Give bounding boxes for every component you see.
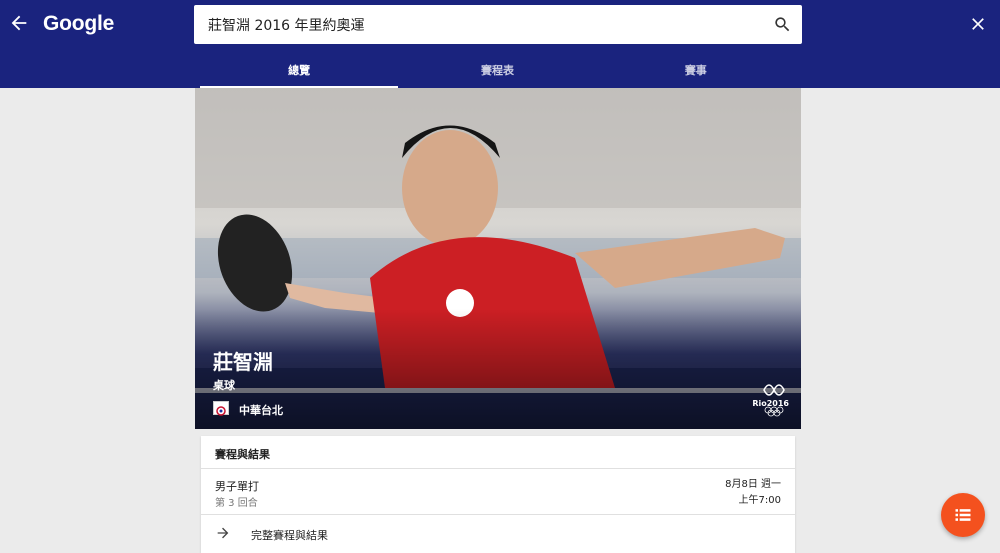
event-round: 第 3 回合 [215, 498, 258, 509]
rio2016-logo-icon [763, 384, 785, 417]
list-icon [955, 509, 971, 521]
hero-gradient [195, 309, 801, 429]
tab-events[interactable]: 賽事 [597, 50, 795, 88]
country-flag-icon [213, 401, 229, 416]
tab-schedule[interactable]: 賽程表 [398, 50, 596, 88]
results-card: 賽程與結果 男子單打 第 3 回合 8月8日 週一 上午7:00 完整賽程與結果 [201, 436, 795, 553]
athlete-sport: 桌球 [213, 379, 235, 392]
top-bar: Google 總覽 賽程表 賽事 [0, 0, 1000, 88]
search-input[interactable] [194, 5, 754, 44]
event-date: 8月8日 週一 [725, 479, 781, 490]
tab-bar: 總覽 賽程表 賽事 [200, 50, 795, 88]
close-button[interactable] [968, 14, 988, 34]
divider [201, 468, 795, 469]
list-fab-button[interactable] [941, 493, 985, 537]
results-card-title: 賽程與結果 [215, 448, 270, 461]
back-button[interactable] [8, 12, 30, 34]
event-name[interactable]: 男子單打 [215, 478, 259, 494]
full-schedule-label: 完整賽程與結果 [251, 529, 328, 542]
arrow-right-icon [217, 527, 229, 539]
search-box [194, 5, 802, 44]
google-logo[interactable]: Google [43, 12, 114, 36]
athlete-name: 莊智淵 [213, 350, 273, 374]
full-schedule-link[interactable]: 完整賽程與結果 [201, 515, 795, 553]
search-icon[interactable] [773, 15, 792, 34]
athlete-hero-image: 莊智淵 桌球 中華台北 Rio2016 [195, 88, 801, 429]
arrow-left-icon [11, 15, 27, 31]
athlete-country: 中華台北 [239, 404, 283, 417]
rio2016-label: Rio2016 [752, 399, 789, 408]
tab-overview[interactable]: 總覽 [200, 50, 399, 88]
close-icon [972, 18, 984, 30]
event-time: 上午7:00 [738, 495, 781, 506]
